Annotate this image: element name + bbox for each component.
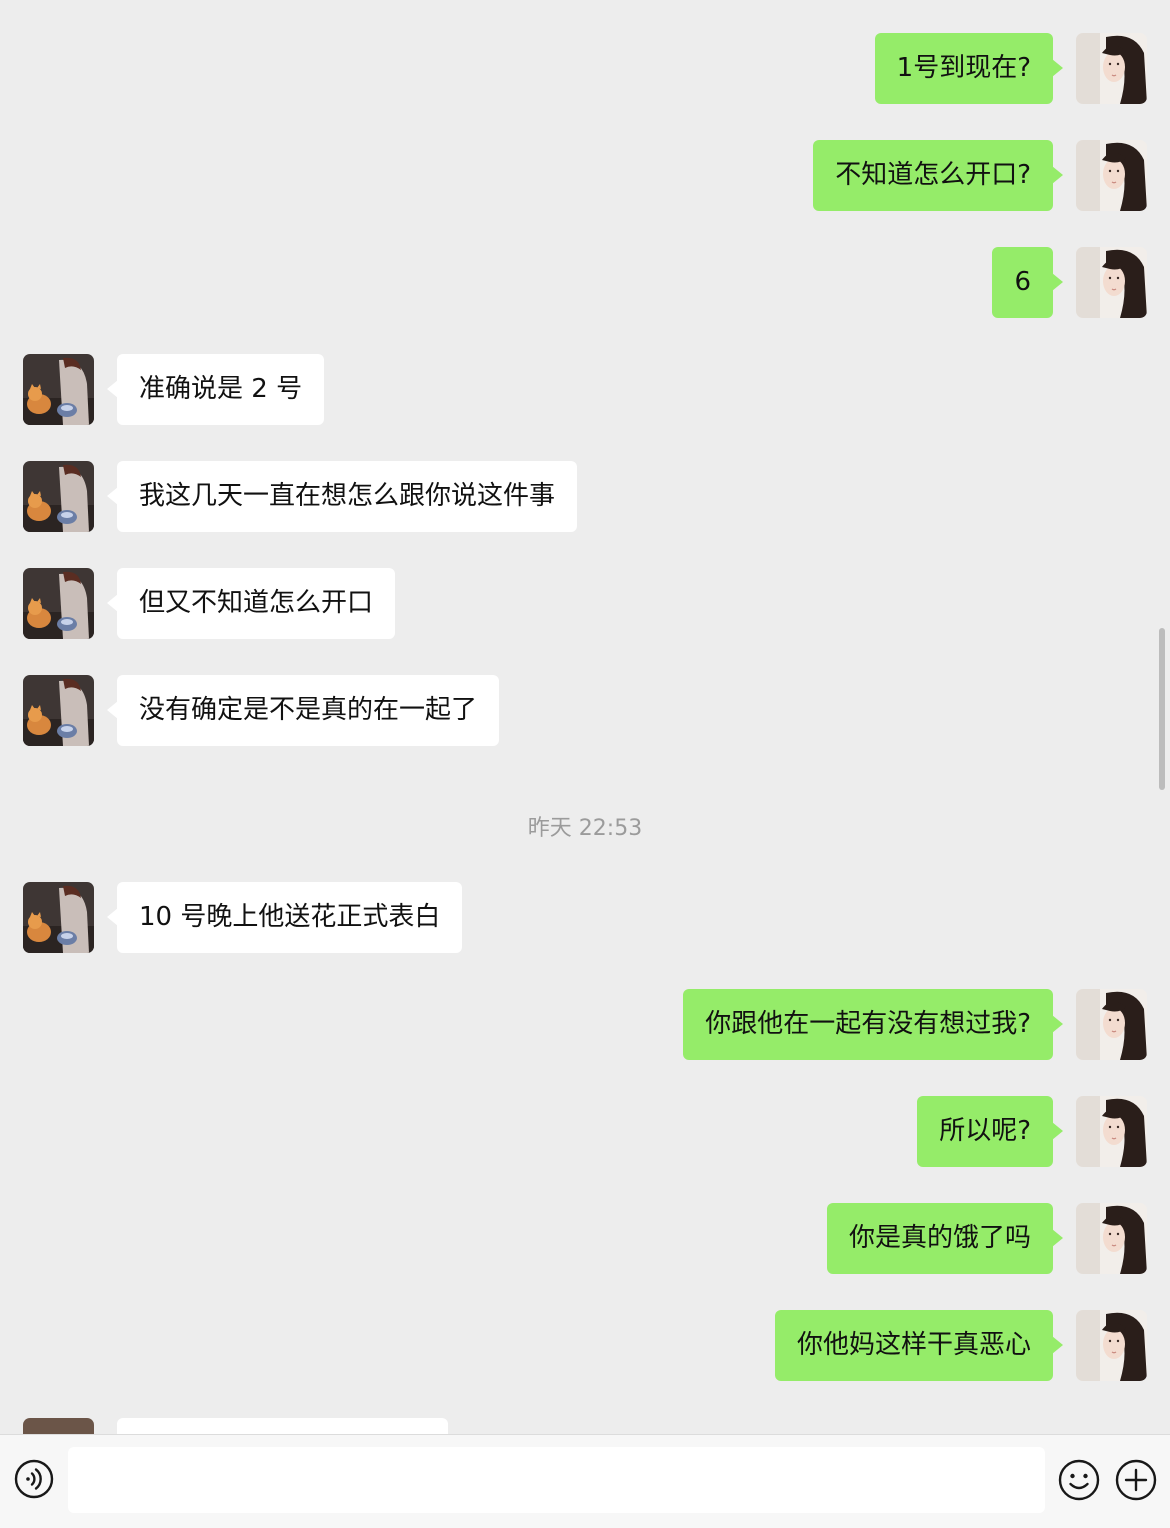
input-bar [0, 1434, 1170, 1528]
my-avatar[interactable] [1076, 1096, 1147, 1167]
message-row: 不知道怎么开口? [0, 140, 1170, 212]
incoming-message-bubble[interactable]: 我这几天一直在想怎么跟你说这件事 [106, 461, 578, 532]
outgoing-message-bubble[interactable]: 你跟他在一起有没有想过我? [683, 989, 1063, 1060]
my-avatar[interactable] [1076, 140, 1147, 211]
contact-avatar[interactable] [23, 354, 94, 425]
my-avatar[interactable] [1076, 989, 1147, 1060]
chat-timestamp: 昨天 22:53 [527, 816, 643, 841]
contact-avatar[interactable] [23, 568, 94, 639]
message-row: 我这几天一直在想怎么跟你说这件事 [0, 461, 1170, 533]
message-input[interactable] [68, 1447, 1045, 1513]
outgoing-message-bubble[interactable]: 6 [992, 247, 1063, 318]
message-row: 10 号晚上他送花正式表白 [0, 882, 1170, 954]
message-row: 1号到现在? [0, 33, 1170, 105]
my-avatar[interactable] [1076, 1203, 1147, 1274]
partially-visible-message-row [0, 1418, 1170, 1434]
contact-avatar[interactable] [23, 675, 94, 746]
my-avatar[interactable] [1076, 1310, 1147, 1381]
outgoing-message-bubble[interactable]: 你是真的饿了吗 [826, 1203, 1064, 1274]
outgoing-message-bubble[interactable]: 所以呢? [917, 1096, 1063, 1167]
message-row: 但又不知道怎么开口 [0, 568, 1170, 640]
my-avatar[interactable] [1076, 33, 1147, 104]
incoming-message-bubble[interactable]: 准确说是 2 号 [106, 354, 325, 425]
contact-avatar[interactable] [23, 461, 94, 532]
outgoing-message-bubble[interactable]: 不知道怎么开口? [813, 140, 1063, 211]
chat-area[interactable]: 1号到现在? 不知道怎么开口? 6 准确说是 2 号 我这几天一直在想怎么跟你说… [0, 0, 1170, 1434]
emoji-icon[interactable] [1058, 1459, 1100, 1501]
plus-icon[interactable] [1115, 1459, 1157, 1501]
message-row: 你是真的饿了吗 [0, 1203, 1170, 1275]
contact-avatar[interactable] [23, 882, 94, 953]
outgoing-message-bubble[interactable]: 1号到现在? [874, 33, 1064, 104]
incoming-message-bubble[interactable]: 没有确定是不是真的在一起了 [106, 675, 500, 746]
message-row: 你跟他在一起有没有想过我? [0, 989, 1170, 1061]
contact-avatar[interactable] [23, 1418, 94, 1434]
outgoing-message-bubble[interactable]: 你他妈这样干真恶心 [774, 1310, 1064, 1381]
incoming-message-bubble[interactable] [117, 1418, 448, 1434]
message-row: 所以呢? [0, 1096, 1170, 1168]
incoming-message-bubble[interactable]: 但又不知道怎么开口 [106, 568, 396, 639]
message-row: 6 [0, 247, 1170, 319]
message-row: 准确说是 2 号 [0, 354, 1170, 426]
my-avatar[interactable] [1076, 247, 1147, 318]
scrollbar[interactable] [1159, 628, 1165, 790]
incoming-message-bubble[interactable]: 10 号晚上他送花正式表白 [106, 882, 463, 953]
message-row: 没有确定是不是真的在一起了 [0, 675, 1170, 747]
voice-icon[interactable] [14, 1459, 54, 1499]
message-row: 你他妈这样干真恶心 [0, 1310, 1170, 1382]
